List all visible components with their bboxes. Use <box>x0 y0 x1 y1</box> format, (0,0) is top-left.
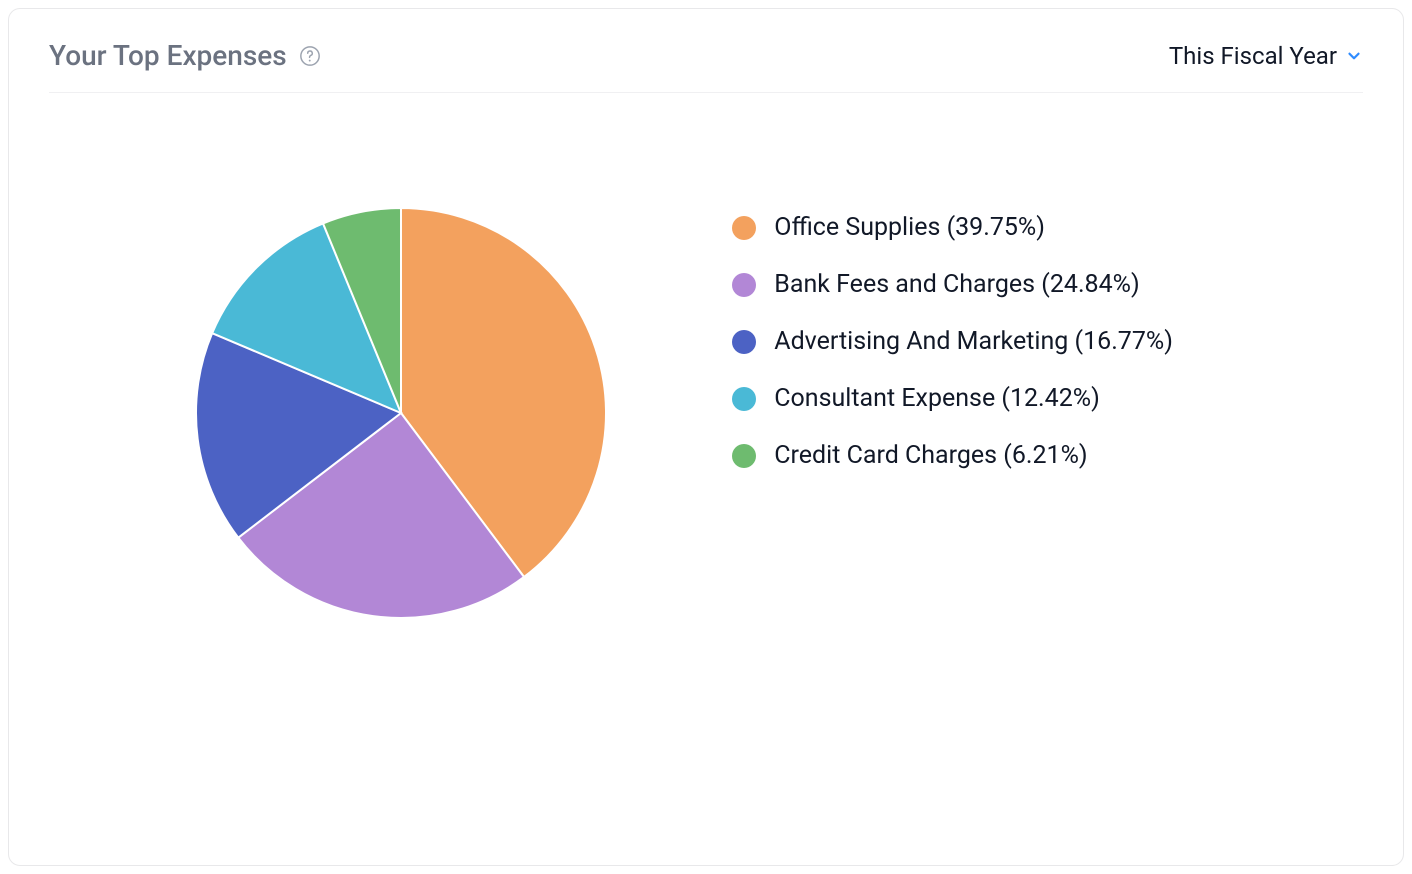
period-label: This Fiscal Year <box>1169 42 1337 70</box>
card-body: Office Supplies (39.75%) Bank Fees and Ch… <box>49 103 1363 825</box>
legend-label: Advertising And Marketing (16.77%) <box>774 327 1173 356</box>
card-title: Your Top Expenses <box>49 39 287 72</box>
card-header: Your Top Expenses This Fiscal Year <box>49 39 1363 93</box>
legend-swatch <box>732 273 756 297</box>
legend-swatch <box>732 444 756 468</box>
period-dropdown[interactable]: This Fiscal Year <box>1169 42 1363 70</box>
legend-label: Office Supplies (39.75%) <box>774 213 1045 242</box>
legend-item[interactable]: Office Supplies (39.75%) <box>732 213 1173 242</box>
legend-swatch <box>732 216 756 240</box>
legend-item[interactable]: Advertising And Marketing (16.77%) <box>732 327 1173 356</box>
legend-label: Bank Fees and Charges (24.84%) <box>774 270 1139 299</box>
legend-swatch <box>732 387 756 411</box>
legend-item[interactable]: Bank Fees and Charges (24.84%) <box>732 270 1173 299</box>
legend-swatch <box>732 330 756 354</box>
pie-chart <box>49 203 732 623</box>
chart-legend: Office Supplies (39.75%) Bank Fees and Ch… <box>732 203 1173 470</box>
legend-item[interactable]: Consultant Expense (12.42%) <box>732 384 1173 413</box>
help-icon[interactable] <box>299 45 321 67</box>
title-wrap: Your Top Expenses <box>49 39 321 72</box>
legend-label: Consultant Expense (12.42%) <box>774 384 1100 413</box>
legend-item[interactable]: Credit Card Charges (6.21%) <box>732 441 1173 470</box>
chevron-down-icon <box>1345 47 1363 65</box>
legend-label: Credit Card Charges (6.21%) <box>774 441 1087 470</box>
expenses-card: Your Top Expenses This Fiscal Year Offic… <box>8 8 1404 866</box>
